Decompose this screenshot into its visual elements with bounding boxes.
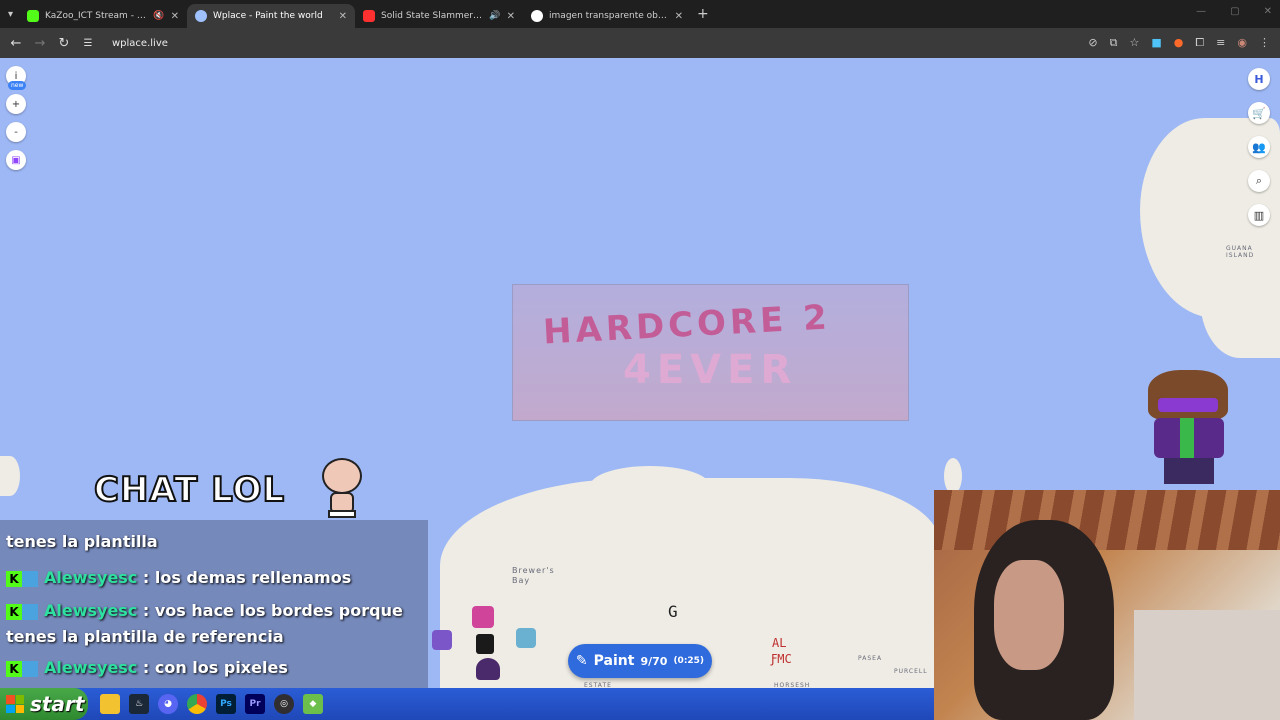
reload-icon[interactable]: ↻ [52, 36, 76, 51]
bookmark-star-icon[interactable]: ☆ [1129, 36, 1139, 50]
paint-button[interactable]: ✎ Paint 9/70 (0:25) [568, 644, 712, 678]
tab-wplace[interactable]: Wplace - Paint the world ✕ [187, 4, 356, 28]
island-landmass [944, 458, 962, 494]
close-window-icon[interactable]: ✕ [1264, 6, 1272, 17]
new-tab-button[interactable]: + [697, 6, 709, 22]
tracking-icon[interactable]: ⊘ [1088, 36, 1097, 50]
photoshop-icon[interactable]: Ps [216, 694, 236, 714]
kick-badge-icon: K [6, 603, 22, 620]
map-label-pasea: PASEA [858, 655, 883, 662]
zoom-out-button[interactable]: - [6, 122, 26, 142]
profile-avatar[interactable]: ◉ [1237, 36, 1247, 50]
chat-text: los demas rellenamos [154, 568, 352, 587]
youtube-icon [363, 10, 376, 22]
close-tab-icon[interactable]: ✕ [171, 11, 179, 22]
install-icon[interactable]: ⧉ [1110, 36, 1118, 50]
chat-message: K Alewsyesc : los demas rellenamos [0, 564, 428, 592]
taskbar: start ♨ ◕ Ps Pr ◎ ◆ [0, 688, 934, 720]
twitch-icon[interactable]: ▣ [6, 150, 26, 170]
forward-icon[interactable]: → [28, 36, 52, 51]
kick-badge-icon: K [6, 570, 22, 587]
site-info-icon[interactable]: ☰ [76, 38, 100, 49]
app-green-icon[interactable]: ◆ [303, 694, 323, 714]
window-controls: — ▢ ✕ [1196, 6, 1272, 17]
browser-toolbar: ⊘ ⧉ ☆ ■ ● ⧠ ≡ ◉ ⋮ [1088, 36, 1270, 50]
chat-overlay-title: CHAT LOL [93, 469, 286, 511]
close-tab-icon[interactable]: ✕ [675, 11, 683, 22]
banner-title: HARDCORE 2 [542, 297, 832, 353]
premiere-icon[interactable]: Pr [245, 694, 265, 714]
right-map-tools: H 🛒 👥 ⌕ ▥ [1248, 68, 1270, 226]
mute-icon[interactable]: 🔇 [153, 11, 164, 21]
stream-chat-panel: tenes la plantilla K Alewsyesc : los dema… [0, 520, 428, 688]
streamer-pixel-avatar [1128, 370, 1243, 488]
browser-tab-bar: ▾ KaZoo_ICT Stream - Watch 🔇 ✕ Wplace - … [0, 0, 1280, 28]
windows-logo-icon [6, 695, 24, 713]
steam-icon[interactable]: ♨ [129, 694, 149, 714]
isaac-sprite [318, 458, 366, 518]
sub-badge-icon [22, 660, 38, 677]
paintbrush-icon: ✎ [575, 653, 588, 669]
island-landmass [0, 456, 20, 496]
chat-text: con los pixeles [154, 658, 288, 677]
search-zoom-icon[interactable]: ⌕ [1248, 170, 1270, 192]
kick-badge-icon: K [6, 660, 22, 677]
zoom-in-button[interactable]: + [6, 94, 26, 114]
tab-youtube[interactable]: Solid State Slammer (Solid 🔊 ✕ [355, 4, 523, 28]
map-label-guana-island: GUANA ISLAND [1226, 245, 1255, 259]
pixel-art-fmc: ƑMC [770, 652, 792, 666]
menu-kebab-icon[interactable]: ⋮ [1259, 36, 1270, 50]
chat-message-partial: tenes la plantilla [6, 532, 158, 551]
extension-brave-icon[interactable]: ● [1174, 36, 1184, 50]
minimize-icon[interactable]: — [1196, 6, 1206, 17]
kick-icon [27, 10, 40, 22]
chat-username: Alewsyesc [44, 658, 138, 677]
webcam-feed [934, 490, 1280, 720]
extension-color-icon[interactable]: ■ [1151, 36, 1161, 50]
start-button[interactable]: start [0, 688, 88, 720]
pixel-art-g: G [668, 602, 678, 621]
file-explorer-icon[interactable] [100, 694, 120, 714]
sub-badge-icon [22, 603, 38, 620]
globe-icon [195, 10, 208, 22]
pixel-art-sprites [430, 592, 540, 684]
maximize-icon[interactable]: ▢ [1230, 6, 1239, 17]
obs-icon[interactable]: ◎ [274, 694, 294, 714]
new-badge: new [8, 81, 27, 90]
chrome-icon[interactable] [187, 694, 207, 714]
island-landmass [590, 466, 710, 506]
chat-message: K Alewsyesc : con los pixeles [0, 650, 428, 682]
leaderboard-chart-icon[interactable]: ▥ [1248, 204, 1270, 226]
paint-timer: (0:25) [673, 656, 705, 666]
chat-username: Alewsyesc [44, 601, 138, 620]
alliance-people-icon[interactable]: 👥 [1248, 136, 1270, 158]
address-bar: ← → ↻ ☰ wplace.live ⊘ ⧉ ☆ ■ ● ⧠ ≡ ◉ ⋮ [0, 28, 1280, 58]
discord-icon[interactable]: ◕ [158, 694, 178, 714]
url-field[interactable]: wplace.live [112, 38, 168, 49]
map-label-brewers-bay: Brewer's Bay [512, 566, 555, 585]
pixel-art-al: AL [772, 636, 787, 650]
tab-google-search[interactable]: imagen transparente obs - Bus ✕ [523, 4, 691, 28]
back-icon[interactable]: ← [4, 36, 28, 51]
close-tab-icon[interactable]: ✕ [339, 11, 347, 22]
sub-badge-icon [22, 570, 38, 587]
banner-subtitle: 4EVER [623, 347, 798, 393]
media-controls-icon[interactable]: ≡ [1216, 36, 1225, 50]
google-icon [531, 10, 544, 22]
paint-charges: 9/70 [640, 654, 668, 668]
chat-username: Alewsyesc [44, 568, 138, 587]
close-tab-icon[interactable]: ✕ [507, 11, 515, 22]
store-cart-icon[interactable]: 🛒 [1248, 102, 1270, 124]
audio-icon[interactable]: 🔊 [489, 11, 500, 21]
user-avatar-button[interactable]: H [1248, 68, 1270, 90]
tab-search-icon[interactable]: ▾ [8, 9, 13, 20]
chat-message: K Alewsyesc : vos hace los bordes porque … [6, 601, 403, 646]
map-label-purcell: PURCELL [894, 668, 928, 675]
overlay-banner-image: HARDCORE 2 4EVER [512, 284, 909, 421]
tab-kick-stream[interactable]: KaZoo_ICT Stream - Watch 🔇 ✕ [19, 4, 187, 28]
extensions-puzzle-icon[interactable]: ⧠ [1195, 36, 1204, 50]
